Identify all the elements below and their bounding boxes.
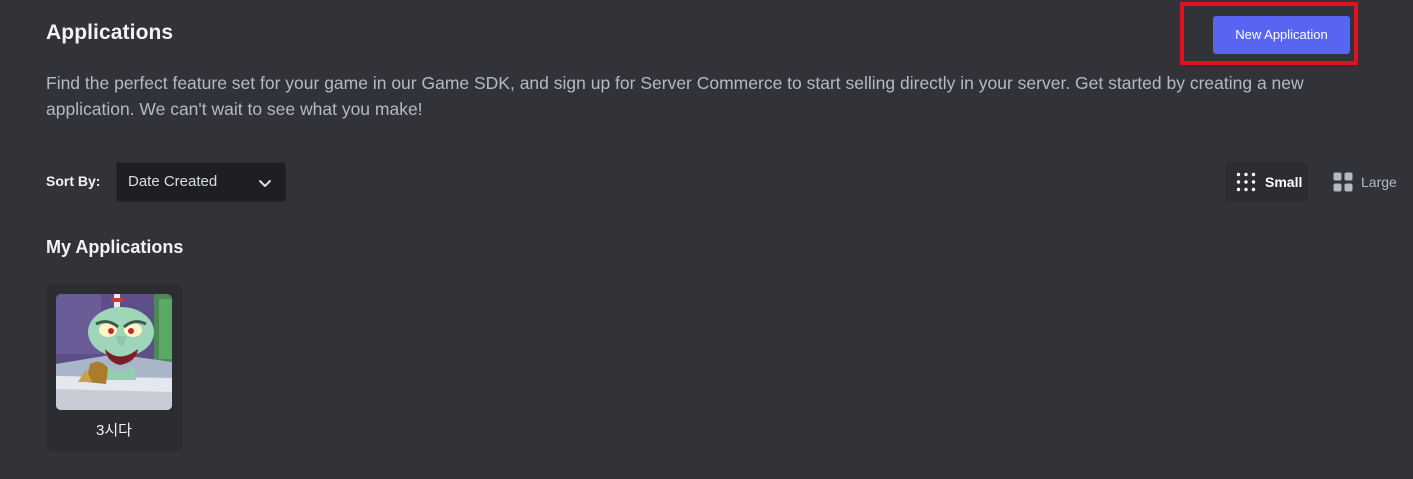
chevron-down-icon xyxy=(259,180,271,187)
small-view-label: Small xyxy=(1265,174,1303,190)
application-card[interactable]: 3시다 xyxy=(46,284,182,451)
large-grid-icon xyxy=(1333,172,1353,192)
new-application-button[interactable]: New Application xyxy=(1213,16,1350,54)
page-description: Find the perfect feature set for your ga… xyxy=(46,73,1304,119)
sort-by-value: Date Created xyxy=(128,173,218,190)
small-view-button[interactable]: Small xyxy=(1226,162,1308,202)
sort-by-dropdown[interactable]: Date Created xyxy=(116,162,286,202)
squidward-avatar xyxy=(56,294,172,410)
sort-by-label: Sort By: xyxy=(46,173,101,189)
my-applications-heading: My Applications xyxy=(46,237,184,257)
large-view-button[interactable]: Large xyxy=(1331,162,1403,202)
small-grid-icon xyxy=(1236,172,1256,192)
page-title: Applications xyxy=(46,21,174,44)
application-name: 3시다 xyxy=(96,422,132,439)
large-view-label: Large xyxy=(1361,174,1397,190)
